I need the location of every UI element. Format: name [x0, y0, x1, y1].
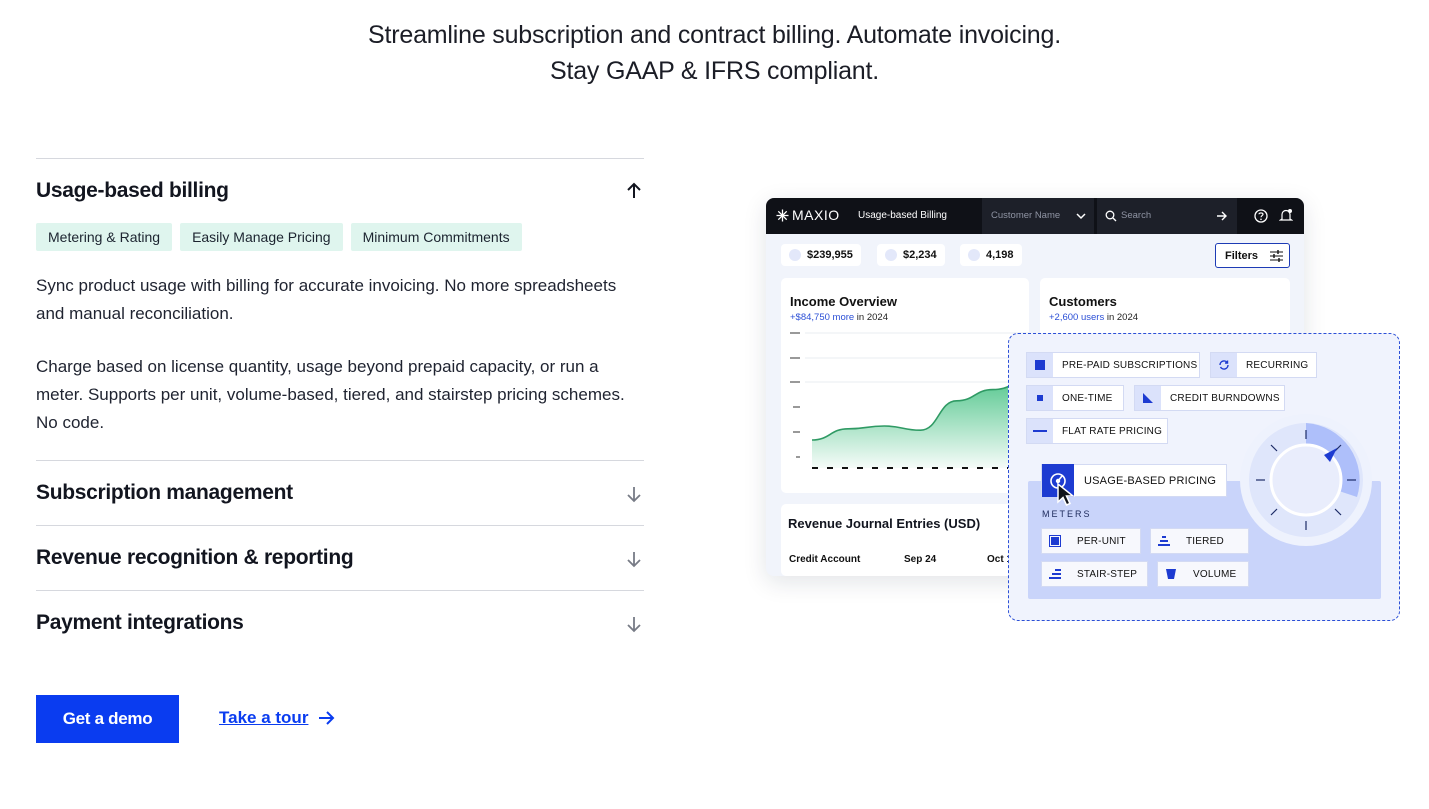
hero-line-2: Stay GAAP & IFRS compliant. [550, 57, 879, 85]
customer-placeholder: Customer Name [991, 210, 1061, 221]
arrow-down-icon[interactable] [624, 614, 644, 634]
card-icon [789, 249, 801, 261]
refresh-icon [1211, 353, 1237, 377]
arrow-up-icon[interactable] [624, 181, 644, 201]
income-chart [790, 332, 1029, 469]
help-icon[interactable] [1254, 209, 1268, 223]
chip-flat-rate[interactable]: FLAT RATE PRICING [1026, 418, 1168, 444]
flat-rate-icon [1027, 419, 1053, 443]
asterisk-logo-icon [776, 209, 789, 221]
meter-volume-label: VOLUME [1193, 568, 1237, 580]
stair-step-icon [1042, 562, 1068, 586]
income-overview-card: Income Overview +$84,750 more in 2024 [781, 278, 1029, 493]
dial-knob[interactable] [1238, 412, 1374, 548]
search-icon [1105, 210, 1117, 222]
cursor-icon [1057, 482, 1076, 506]
chip-recurring[interactable]: RECURRING [1210, 352, 1317, 378]
accordion-title-usage-billing[interactable]: Usage-based billing [36, 179, 229, 203]
search-input[interactable]: Search [1097, 198, 1237, 234]
accordion-title-revenue[interactable]: Revenue recognition & reporting [36, 546, 354, 570]
chip-prepaid[interactable]: PRE-PAID SUBSCRIPTIONS [1026, 352, 1200, 378]
divider [36, 525, 644, 526]
logo-text: MAXIO [792, 207, 840, 223]
chip-credit-label: CREDIT BURNDOWNS [1170, 392, 1280, 404]
divider [36, 590, 644, 591]
tag-metering[interactable]: Metering & Rating [36, 223, 173, 251]
income-area [812, 381, 1029, 468]
description-paragraph-2: Charge based on license quantity, usage … [36, 357, 625, 432]
tag-commitments[interactable]: Minimum Commitments [350, 223, 522, 251]
income-suffix: in 2024 [854, 312, 888, 323]
hero-line-1: Streamline subscription and contract bil… [368, 21, 1061, 49]
chip-flat-label: FLAT RATE PRICING [1062, 425, 1163, 437]
hero-subtitle: Streamline subscription and contract bil… [0, 17, 1429, 89]
arrow-down-icon[interactable] [624, 484, 644, 504]
stat-users-value: 4,198 [986, 249, 1014, 261]
revenue-title: Revenue Journal Entries (USD) [788, 516, 981, 531]
filters-button[interactable]: Filters [1215, 243, 1290, 268]
stat-revenue-value: $239,955 [807, 249, 853, 261]
customers-card: Customers +2,600 users in 2024 [1040, 278, 1290, 338]
accordion-title-subscription[interactable]: Subscription management [36, 481, 293, 505]
prepaid-icon [1027, 353, 1053, 377]
meter-tiered[interactable]: TIERED [1150, 528, 1249, 554]
customers-title: Customers [1049, 294, 1117, 309]
customer-name-select[interactable]: Customer Name [982, 198, 1094, 234]
chip-recurring-label: RECURRING [1246, 359, 1309, 371]
arrow-right-icon [319, 711, 335, 725]
stat-users: 4,198 [960, 244, 1022, 266]
chevron-down-icon [1076, 213, 1086, 220]
stat-revenue: $239,955 [781, 244, 861, 266]
maxio-logo: MAXIO [776, 207, 840, 223]
chip-credit-burndowns[interactable]: CREDIT BURNDOWNS [1134, 385, 1285, 411]
customers-subtitle: +2,600 users in 2024 [1049, 312, 1138, 323]
trend-icon [885, 249, 897, 261]
meter-per-unit[interactable]: PER-UNIT [1041, 528, 1141, 554]
divider [36, 158, 644, 159]
get-demo-button[interactable]: Get a demo [36, 695, 179, 743]
divider [36, 460, 644, 461]
usage-based-label: USAGE-BASED PRICING [1084, 474, 1217, 487]
user-icon [968, 249, 980, 261]
app-title: Usage-based Billing [858, 210, 947, 221]
take-tour-label: Take a tour [219, 708, 309, 727]
tiered-icon [1151, 529, 1177, 553]
description-paragraph-1: Sync product usage with billing for accu… [36, 276, 617, 323]
volume-icon [1158, 562, 1184, 586]
y-ticks [790, 332, 800, 458]
filters-label: Filters [1225, 249, 1259, 262]
meters-label: METERS [1042, 509, 1092, 519]
income-subtitle: +$84,750 more in 2024 [790, 312, 888, 323]
burndown-icon [1135, 386, 1161, 410]
take-tour-link[interactable]: Take a tour [219, 708, 336, 728]
meter-stair-step[interactable]: STAIR-STEP [1041, 561, 1148, 587]
meter-per-unit-label: PER-UNIT [1077, 535, 1126, 547]
chip-one-time[interactable]: ONE-TIME [1026, 385, 1124, 411]
customers-highlight: +2,600 users [1049, 312, 1105, 323]
bell-icon[interactable] [1279, 208, 1293, 223]
stat-average: $2,234 [877, 244, 945, 266]
col-credit-account: Credit Account [789, 554, 861, 565]
col-sep-24: Sep 24 [904, 554, 937, 565]
tag-pricing[interactable]: Easily Manage Pricing [180, 223, 343, 251]
income-title: Income Overview [790, 294, 897, 309]
income-highlight: +$84,750 more [790, 312, 855, 323]
sliders-icon [1270, 249, 1284, 262]
stat-average-value: $2,234 [903, 249, 937, 261]
meter-volume[interactable]: VOLUME [1157, 561, 1249, 587]
customers-suffix: in 2024 [1104, 312, 1139, 323]
arrow-down-icon[interactable] [624, 549, 644, 569]
arrow-right-icon[interactable] [1216, 210, 1228, 222]
accordion-title-payments[interactable]: Payment integrations [36, 611, 244, 635]
search-placeholder: Search [1121, 210, 1152, 221]
meter-stair-label: STAIR-STEP [1077, 568, 1138, 580]
chip-one-time-label: ONE-TIME [1062, 392, 1113, 404]
feature-tags: Metering & Rating Easily Manage Pricing … [36, 223, 522, 251]
per-unit-icon [1042, 529, 1068, 553]
chip-prepaid-label: PRE-PAID SUBSCRIPTIONS [1062, 359, 1198, 371]
one-time-icon [1027, 386, 1053, 410]
gridlines [805, 332, 1029, 383]
meter-tiered-label: TIERED [1186, 535, 1224, 547]
app-topbar: MAXIO Usage-based Billing Customer Name … [766, 198, 1304, 234]
